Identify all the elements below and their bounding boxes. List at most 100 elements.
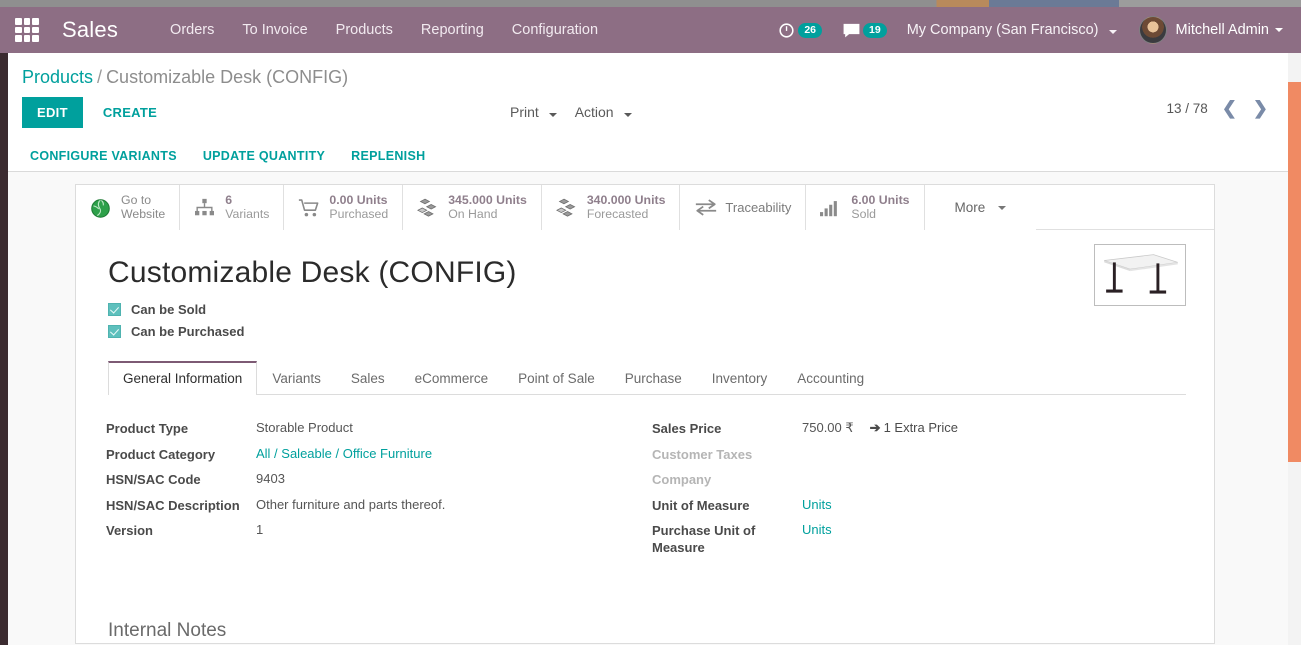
field-hsn-sac-code: HSN/SAC Code 9403 <box>106 471 646 489</box>
can-be-purchased-row: Can be Purchased <box>108 324 1186 339</box>
top-navbar: Sales Orders To Invoice Products Reporti… <box>0 7 1301 53</box>
field-value-link[interactable]: Units <box>802 497 832 514</box>
stat-label: Variants <box>225 206 270 221</box>
tab-general-information[interactable]: General Information <box>108 361 258 395</box>
field-value-link[interactable]: All / Saleable / Office Furniture <box>256 446 432 463</box>
control-panel: Products / Customizable Desk (CONFIG) EDIT… <box>8 53 1288 143</box>
stat-button-go-to-website[interactable]: Go to Website <box>76 185 181 230</box>
stat-button-sold[interactable]: 6.00 Units Sold <box>806 185 925 230</box>
caret-down-icon <box>998 205 1007 210</box>
nav-item-products[interactable]: Products <box>322 16 407 44</box>
field-product-category: Product Category All / Saleable / Office… <box>106 446 646 464</box>
action-dropdown[interactable]: Action <box>573 97 634 127</box>
edit-button[interactable]: EDIT <box>22 97 83 128</box>
boxes-icon <box>555 198 578 218</box>
stat-value: 6.00 Units <box>851 193 910 207</box>
exchange-icon <box>694 198 717 218</box>
pager-value: 13 / 78 <box>1166 100 1208 116</box>
extra-price-link[interactable]: ➔ 1 Extra Price <box>870 420 958 436</box>
chat-bubble-icon <box>842 23 860 38</box>
tab-variants[interactable]: Variants <box>257 361 336 395</box>
sitemap-icon <box>194 198 216 218</box>
field-label: Sales Price <box>652 421 722 436</box>
nav-item-orders[interactable]: Orders <box>156 16 228 44</box>
company-switcher[interactable]: My Company (San Francisco) <box>897 22 1127 38</box>
chevron-down-icon <box>1108 30 1117 34</box>
stat-button-text: 6.00 Units Sold <box>851 193 910 221</box>
field-label: Product Category <box>106 446 216 462</box>
chevron-down-icon <box>548 113 557 117</box>
more-stat-dropdown-label: More <box>954 200 986 215</box>
more-stat-dropdown[interactable]: More <box>924 185 1037 230</box>
nav-item-configuration[interactable]: Configuration <box>498 16 612 44</box>
messaging-count-badge: 19 <box>863 22 887 38</box>
user-menu-label: Mitchell Admin <box>1175 22 1269 38</box>
field-version: Version 1 <box>106 522 646 540</box>
stat-button-forecasted[interactable]: 340.000 Units Forecasted <box>541 185 681 230</box>
stat-button-traceability[interactable]: Traceability <box>680 185 807 230</box>
chevron-down-icon <box>623 113 632 117</box>
company-switcher-label: My Company (San Francisco) <box>906 22 1099 38</box>
tab-purchase[interactable]: Purchase <box>610 361 697 395</box>
object-button-bar: CONFIGURE VARIANTS UPDATE QUANTITY REPLE… <box>8 140 1288 172</box>
page-title: Customizable Desk (CONFIG) <box>108 256 517 289</box>
create-button[interactable]: CREATE <box>89 97 171 128</box>
form-column-right: Sales Price 750.00 ₹ ➔ 1 Extra Price Cust… <box>646 420 1186 564</box>
breadcrumb-products-link[interactable]: Products <box>22 67 93 87</box>
nav-item-to-invoice[interactable]: To Invoice <box>228 16 321 44</box>
boxes-icon <box>417 198 439 218</box>
odoo-window: Sales Orders To Invoice Products Reporti… <box>0 0 1301 645</box>
field-label: Product Type <box>106 421 189 436</box>
print-dropdown[interactable]: Print <box>508 97 559 127</box>
general-information-form: Product Type Storable Product Product Ca… <box>106 420 1186 564</box>
field-value: 1 <box>256 522 264 537</box>
tab-point-of-sale[interactable]: Point of Sale <box>503 361 610 395</box>
nav-item-reporting[interactable]: Reporting <box>407 16 498 44</box>
stat-button-variants[interactable]: 6 Variants <box>180 185 285 230</box>
stat-button-purchased[interactable]: 0.00 Units Purchased <box>284 185 404 230</box>
chevron-left-icon[interactable]: ❮ <box>1220 99 1239 117</box>
navbar-menu: Orders To Invoice Products Reporting Con… <box>156 16 612 44</box>
activity-menu[interactable]: 26 <box>768 22 832 39</box>
field-unit-of-measure: Unit of Measure Units <box>652 497 1186 515</box>
stat-value: 6 <box>225 193 233 207</box>
bar-chart-icon <box>820 198 842 218</box>
tab-accounting[interactable]: Accounting <box>782 361 879 395</box>
stat-value: 340.000 Units <box>586 193 666 207</box>
field-label: HSN/SAC Description <box>106 497 240 513</box>
pager: 13 / 78 ❮ ❯ <box>1167 99 1270 117</box>
field-label: Customer Taxes <box>652 446 753 462</box>
field-label: Unit of Measure <box>652 497 750 513</box>
clock-icon <box>778 22 795 39</box>
configure-variants-button[interactable]: CONFIGURE VARIANTS <box>28 145 179 167</box>
tab-ecommerce[interactable]: eCommerce <box>400 361 504 395</box>
field-value: 9403 <box>256 471 285 486</box>
field-sales-price: Sales Price 750.00 ₹ ➔ 1 Extra Price <box>652 420 1186 438</box>
print-dropdown-label: Print <box>510 104 539 120</box>
navbar-right-group: 26 19 My Company (San Francisco) Mitchel… <box>768 16 1301 44</box>
can-be-sold-checkbox[interactable] <box>108 303 121 316</box>
replenish-button[interactable]: REPLENISH <box>349 145 427 167</box>
chevron-right-icon[interactable]: ❯ <box>1251 99 1270 117</box>
field-value: Storable Product <box>256 420 353 435</box>
can-be-purchased-checkbox[interactable] <box>108 325 121 338</box>
user-menu[interactable]: Mitchell Admin <box>1127 16 1291 44</box>
vertical-scrollbar[interactable] <box>1288 82 1301 462</box>
field-value: Other furniture and parts thereof. <box>256 496 446 512</box>
update-quantity-button[interactable]: UPDATE QUANTITY <box>201 145 327 167</box>
form-column-left: Product Type Storable Product Product Ca… <box>106 420 646 564</box>
product-form-sheet: Go to Website 6 Variants 0.00 Units Purc… <box>75 184 1215 644</box>
stat-button-on-hand[interactable]: 345.000 Units On Hand <box>403 185 542 230</box>
globe-icon <box>90 198 112 218</box>
tab-inventory[interactable]: Inventory <box>697 361 783 395</box>
field-label: Purchase Unit of Measure <box>652 523 756 555</box>
product-image[interactable] <box>1094 244 1186 306</box>
app-brand-sales[interactable]: Sales <box>62 17 118 43</box>
field-hsn-sac-description: HSN/SAC Description Other furniture and … <box>106 497 646 515</box>
field-value-link[interactable]: Units <box>802 522 832 539</box>
stat-label-line2: Website <box>121 206 166 221</box>
tab-sales[interactable]: Sales <box>336 361 400 395</box>
messaging-menu[interactable]: 19 <box>832 22 897 38</box>
apps-grid-icon[interactable] <box>14 17 40 43</box>
can-be-sold-row: Can be Sold <box>108 302 1186 317</box>
